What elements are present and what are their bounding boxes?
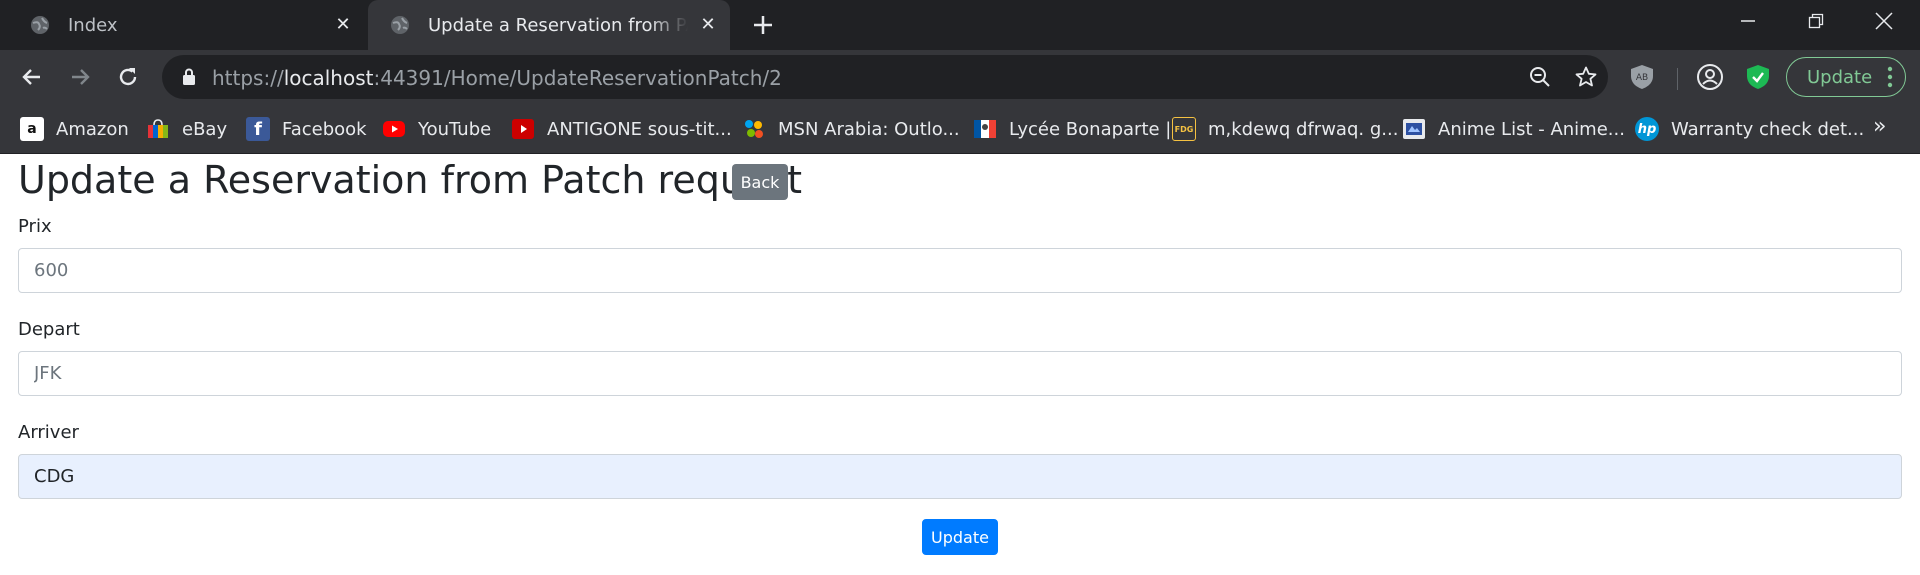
bookmark-amazon[interactable]: a Amazon — [20, 115, 129, 143]
toolbar-separator — [1677, 68, 1678, 90]
back-button[interactable]: Back — [732, 164, 788, 200]
close-icon — [1875, 12, 1893, 30]
tab-index[interactable]: Index ✕ — [0, 0, 365, 50]
browser-update-button[interactable]: Update — [1786, 57, 1906, 97]
zoom-out-icon[interactable] — [1528, 65, 1552, 89]
lycee-icon — [974, 120, 996, 138]
bookmark-ebay[interactable]: eBay — [146, 115, 227, 143]
more-vert-icon — [1887, 66, 1893, 88]
bookmark-label: ANTIGONE sous-tit... — [547, 118, 732, 140]
restore-icon — [1808, 13, 1824, 29]
new-tab-icon[interactable] — [748, 10, 778, 40]
forward-nav-button[interactable] — [64, 61, 96, 93]
anime-icon — [1403, 119, 1425, 139]
reload-icon — [119, 68, 137, 86]
bookmarks-overflow-button[interactable]: » — [1873, 114, 1886, 139]
minimize-icon — [1741, 20, 1755, 22]
page-content: Update a Reservation from Patch request … — [0, 154, 1920, 575]
depart-input[interactable] — [18, 351, 1902, 396]
bookmark-hp-warranty[interactable]: hp Warranty check det... — [1635, 115, 1864, 143]
close-icon[interactable]: ✕ — [333, 15, 353, 35]
prix-label: Prix — [18, 216, 52, 237]
page-title: Update a Reservation from Patch request — [18, 158, 802, 202]
url-text[interactable]: https://localhost:44391/Home/UpdateReser… — [212, 66, 782, 90]
arriver-label: Arriver — [18, 422, 79, 443]
tab-update-reservation[interactable]: Update a Reservation from PATCH ✕ — [368, 0, 730, 50]
bookmark-label: m,kdewq dfrwaq. g... — [1208, 118, 1399, 140]
update-submit-button[interactable]: Update — [922, 519, 998, 555]
profile-icon[interactable] — [1696, 63, 1724, 91]
svg-text:AB: AB — [1636, 73, 1648, 83]
url-path: :44391/Home/UpdateReservationPatch/2 — [373, 66, 782, 90]
youtube-icon — [512, 119, 534, 139]
facebook-icon: f — [246, 117, 270, 141]
bookmark-msn[interactable]: MSN Arabia: Outlo... — [742, 115, 960, 143]
arriver-input[interactable] — [18, 454, 1902, 499]
globe-icon — [391, 16, 409, 34]
tab-title: Update a Reservation from PATCH — [428, 14, 688, 36]
bookmark-label: YouTube — [418, 118, 492, 140]
bookmark-label: Facebook — [282, 118, 367, 140]
prix-input[interactable] — [18, 248, 1902, 293]
close-icon[interactable]: ✕ — [698, 15, 718, 35]
bookmark-label: Amazon — [56, 118, 129, 140]
back-nav-button[interactable] — [16, 61, 48, 93]
bookmark-label: Warranty check det... — [1671, 118, 1865, 140]
reload-button[interactable] — [112, 61, 144, 93]
bookmark-label: Lycée Bonaparte | — [1009, 118, 1172, 140]
security-shield-icon[interactable] — [1744, 63, 1772, 91]
lock-icon[interactable] — [182, 68, 196, 86]
bookmark-label: eBay — [182, 118, 228, 140]
depart-label: Depart — [18, 319, 80, 340]
ebay-icon — [148, 119, 168, 138]
globe-icon — [31, 16, 49, 34]
hp-icon: hp — [1635, 117, 1659, 141]
arrow-left-icon — [22, 69, 40, 85]
bookmark-anime-list[interactable]: Anime List - Anime... — [1402, 115, 1625, 143]
minimize-button[interactable] — [1714, 0, 1782, 42]
bookmark-fdg[interactable]: FDG m,kdewq dfrwaq. g... — [1172, 115, 1398, 143]
bookmark-lycee[interactable]: Lycée Bonaparte | — [973, 115, 1171, 143]
close-window-button[interactable] — [1850, 0, 1918, 42]
browser-toolbar: https://localhost:44391/Home/UpdateReser… — [0, 50, 1920, 104]
address-bar[interactable]: https://localhost:44391/Home/UpdateReser… — [162, 55, 1608, 99]
bookmark-facebook[interactable]: f Facebook — [246, 115, 367, 143]
bookmark-youtube[interactable]: YouTube — [382, 115, 491, 143]
star-icon[interactable] — [1574, 65, 1598, 89]
youtube-icon — [383, 121, 405, 137]
bookmark-label: MSN Arabia: Outlo... — [778, 118, 960, 140]
restore-button[interactable] — [1782, 0, 1850, 42]
arrow-right-icon — [72, 69, 90, 85]
tab-strip: Index ✕ Update a Reservation from PATCH … — [0, 0, 1920, 50]
bookmark-label: Anime List - Anime... — [1438, 118, 1625, 140]
url-host: localhost — [283, 66, 374, 90]
bookmark-antigone[interactable]: ANTIGONE sous-tit... — [511, 115, 732, 143]
msn-icon — [745, 120, 763, 138]
amazon-icon: a — [20, 117, 44, 141]
fdg-icon: FDG — [1172, 117, 1196, 141]
url-scheme: https:// — [212, 66, 284, 90]
tab-title: Index — [68, 14, 118, 36]
adblock-shield-icon[interactable]: AB — [1628, 63, 1656, 91]
bookmarks-bar: a Amazon eBay f Facebook YouTube ANTIGON… — [0, 104, 1920, 154]
browser-update-label: Update — [1807, 66, 1873, 88]
